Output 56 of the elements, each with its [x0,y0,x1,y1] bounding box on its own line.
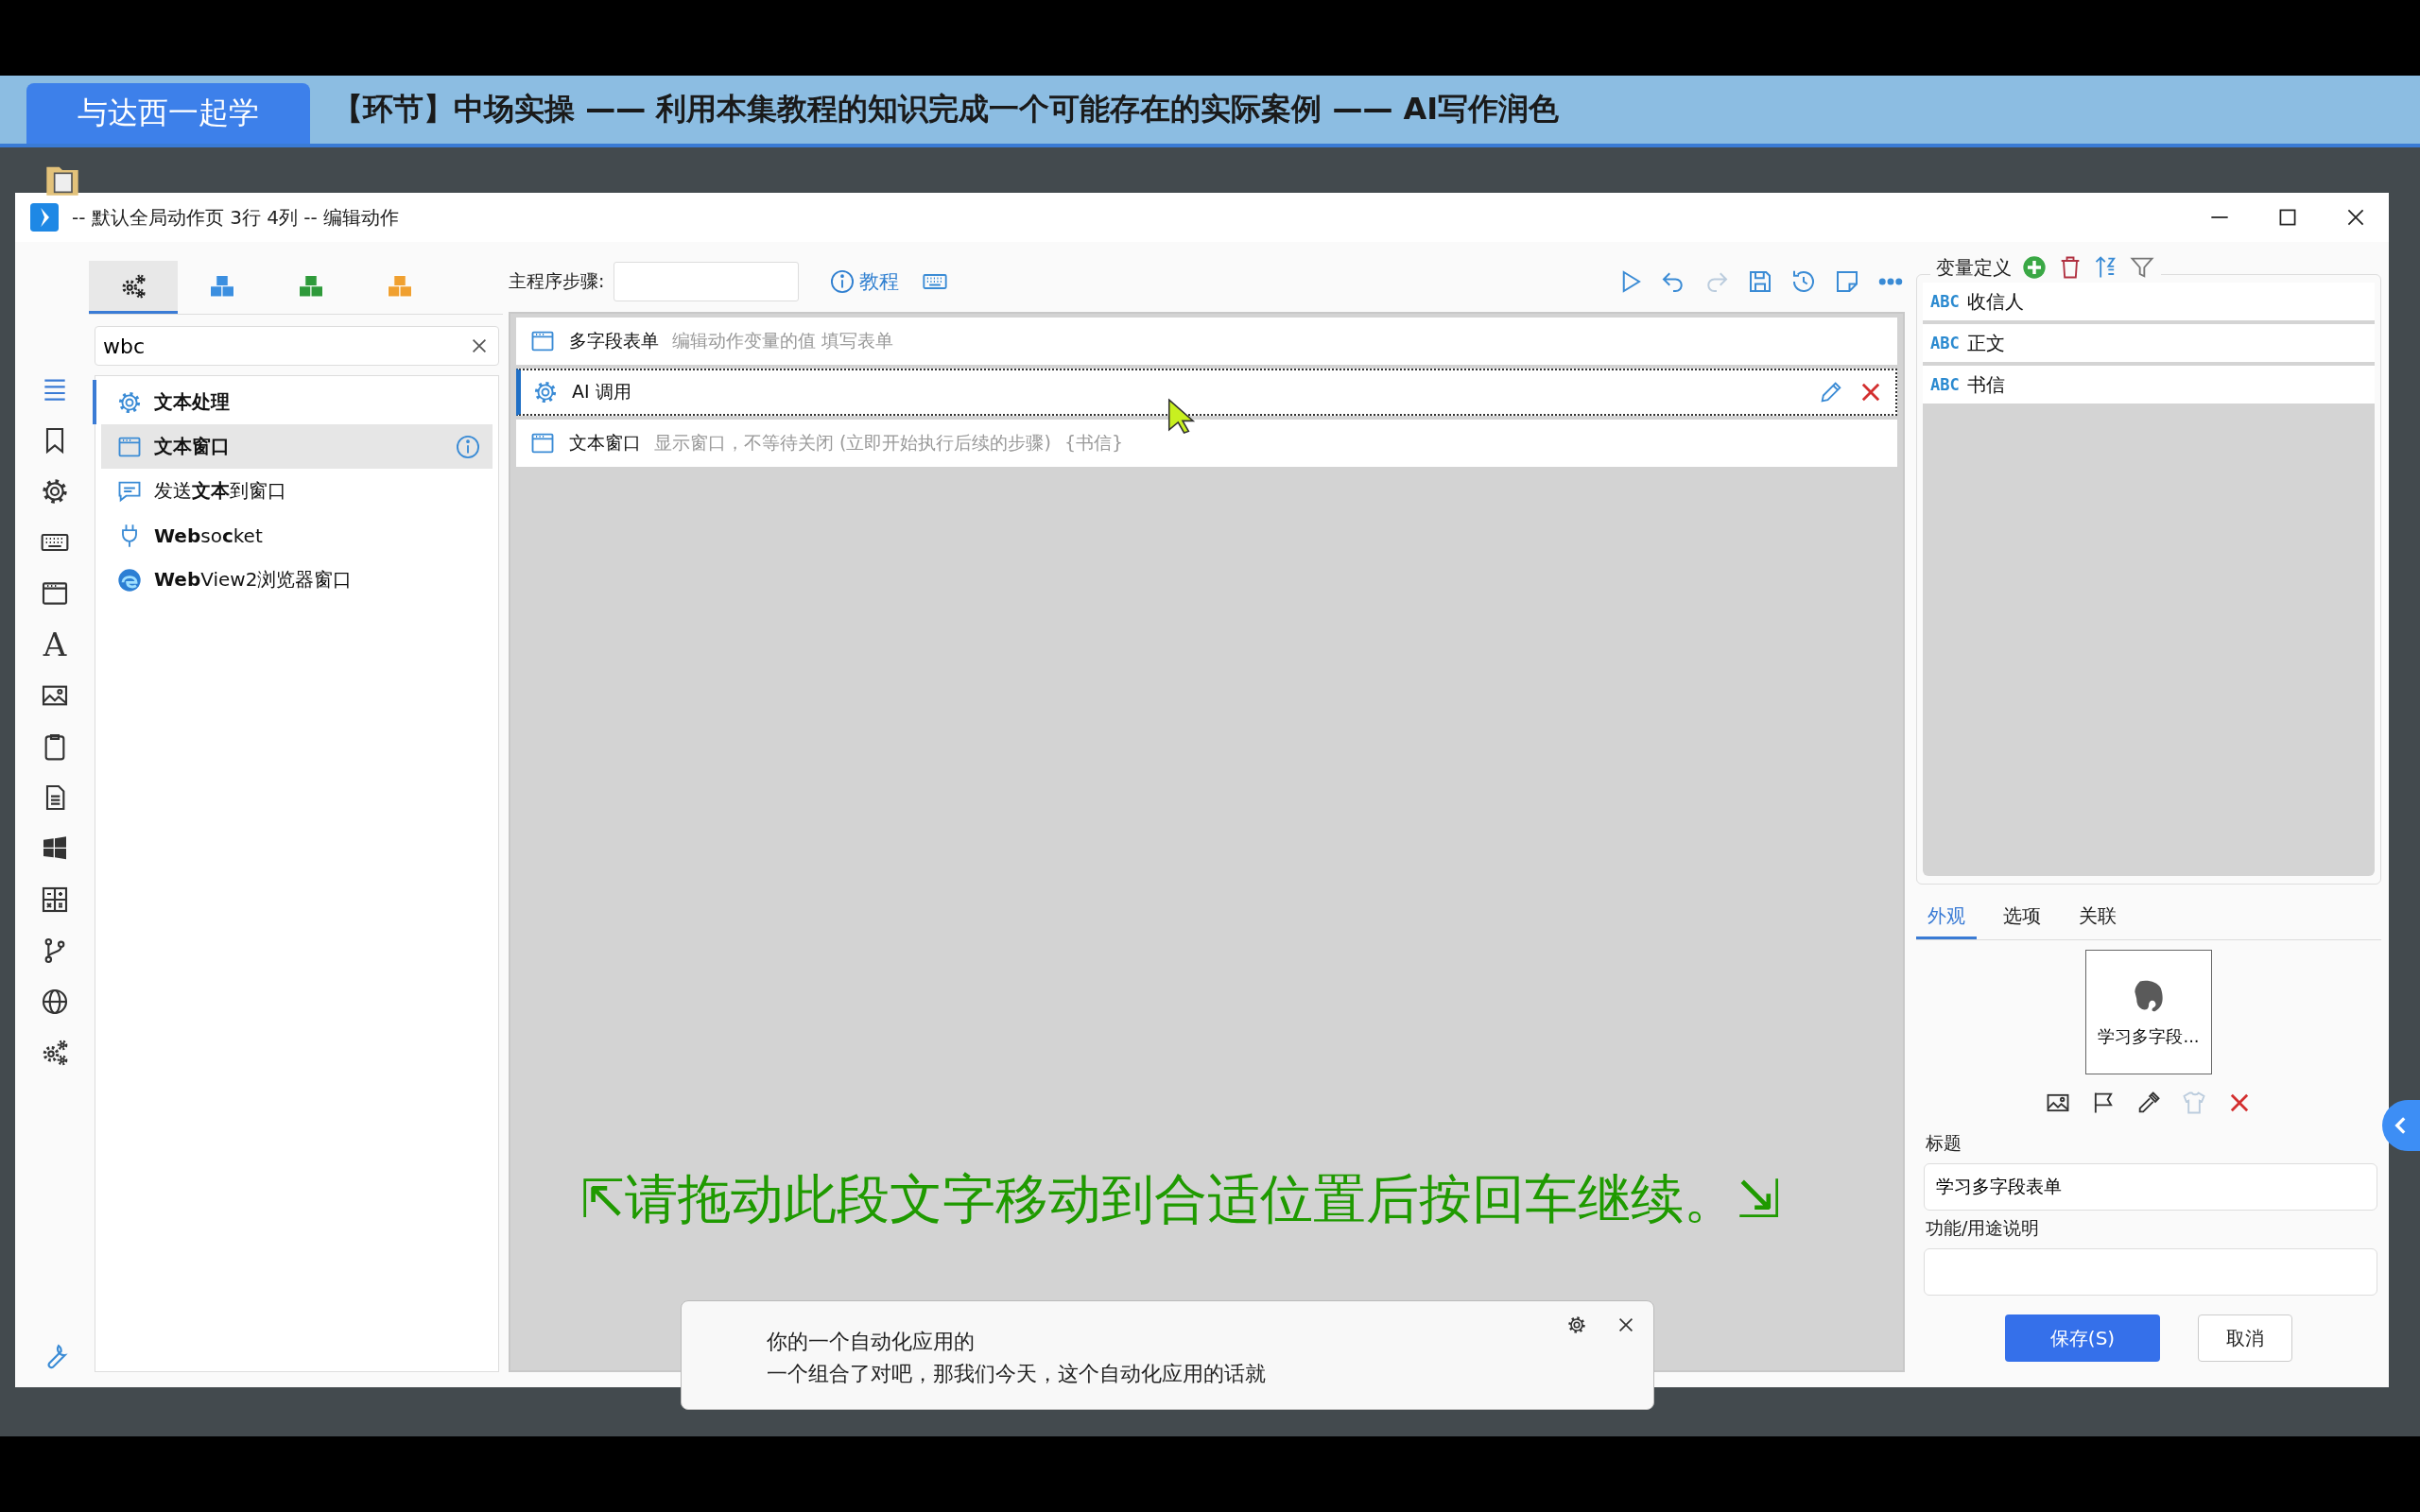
step-description: 编辑动作变量的值 填写表单 [672,329,894,352]
gear-icon[interactable] [40,476,70,507]
steps-label: 主程序步骤: [509,269,605,293]
variables-title: 变量定义 [1936,254,2012,281]
step-name: AI 调用 [572,380,631,404]
variable-item[interactable]: ABC 收信人 [1923,283,2375,320]
steps-field[interactable] [614,262,800,301]
step-variable: {书信} [1063,431,1124,455]
app-icon [30,203,59,232]
window-title: -- 默认全局动作页 3行 4列 -- 编辑动作 [72,204,400,231]
tutorial-link[interactable]: 教程 [829,268,900,295]
variable-name: 正文 [1966,330,2005,356]
globe-icon[interactable] [40,987,70,1017]
font-icon[interactable]: A [43,629,67,660]
edge-icon [116,566,143,593]
type-label: ABC [1930,334,1960,352]
collapse-tab[interactable] [2382,1100,2420,1151]
step-row[interactable]: 多字段表单 编辑动作变量的值 填写表单 [516,318,1897,365]
variable-name: 书信 [1966,371,2005,398]
info-icon[interactable] [455,433,481,460]
banner-badge: 与达西一起学 [26,83,310,144]
banner-title: 【环节】中场实操 —— 利用本集教程的知识完成一个可能存在的实际案例 —— AI写作润色 [333,90,1560,129]
caption-line: 一个组合了对吧，那我们今天，这个自动化应用的话就 [767,1361,1267,1387]
preview-card[interactable]: 学习多字段... [2085,950,2212,1074]
settings-icon[interactable] [1566,1314,1587,1335]
action-item[interactable]: 发送文本到窗口 [101,469,493,513]
field-label: 标题 [1926,1131,1962,1155]
type-label: ABC [1930,292,1960,311]
action-item[interactable]: Websocket [101,513,493,558]
field-label: 功能/用途说明 [1926,1216,2041,1240]
props-tab[interactable]: 选项 [1992,898,2052,939]
add-icon[interactable] [2021,254,2048,281]
step-name: 多字段表单 [569,329,659,352]
gears-tab[interactable] [89,261,178,314]
action-item[interactable]: 文本窗口 [101,424,493,469]
variable-item[interactable]: ABC 正文 [1923,324,2375,362]
save-button[interactable]: 保存(S) [2005,1314,2160,1362]
search-field[interactable]: wbc [95,326,499,366]
step-row[interactable]: AI 调用 [516,369,1897,416]
step-description: 显示窗口，不等待关闭 (立即开始执行后续的步骤) [654,431,1051,455]
calculator-icon[interactable] [40,885,70,915]
action-item[interactable]: WebView2浏览器窗口 [101,558,493,602]
props-tab[interactable]: 外观 [1916,898,1977,939]
props-tab[interactable]: 关联 [2067,898,2128,939]
gear-icon [532,379,559,405]
type-label: ABC [1930,375,1960,394]
cancel-button[interactable]: 取消 [2198,1314,2292,1362]
variable-name: 收信人 [1966,288,2024,315]
info-icon [829,268,856,295]
text-field[interactable]: 学习多字段表单 [1924,1163,2377,1211]
step-name: 文本窗口 [569,431,641,455]
variable-item[interactable]: ABC 书信 [1923,366,2375,404]
text-field[interactable] [1924,1248,2377,1296]
caption-line: 你的一个自动化应用的 [767,1329,976,1355]
step-row[interactable]: 文本窗口 显示窗口，不等待关闭 (立即开始执行后续的步骤) {书信} [516,420,1897,467]
preview-label: 学习多字段... [2098,1025,2200,1048]
